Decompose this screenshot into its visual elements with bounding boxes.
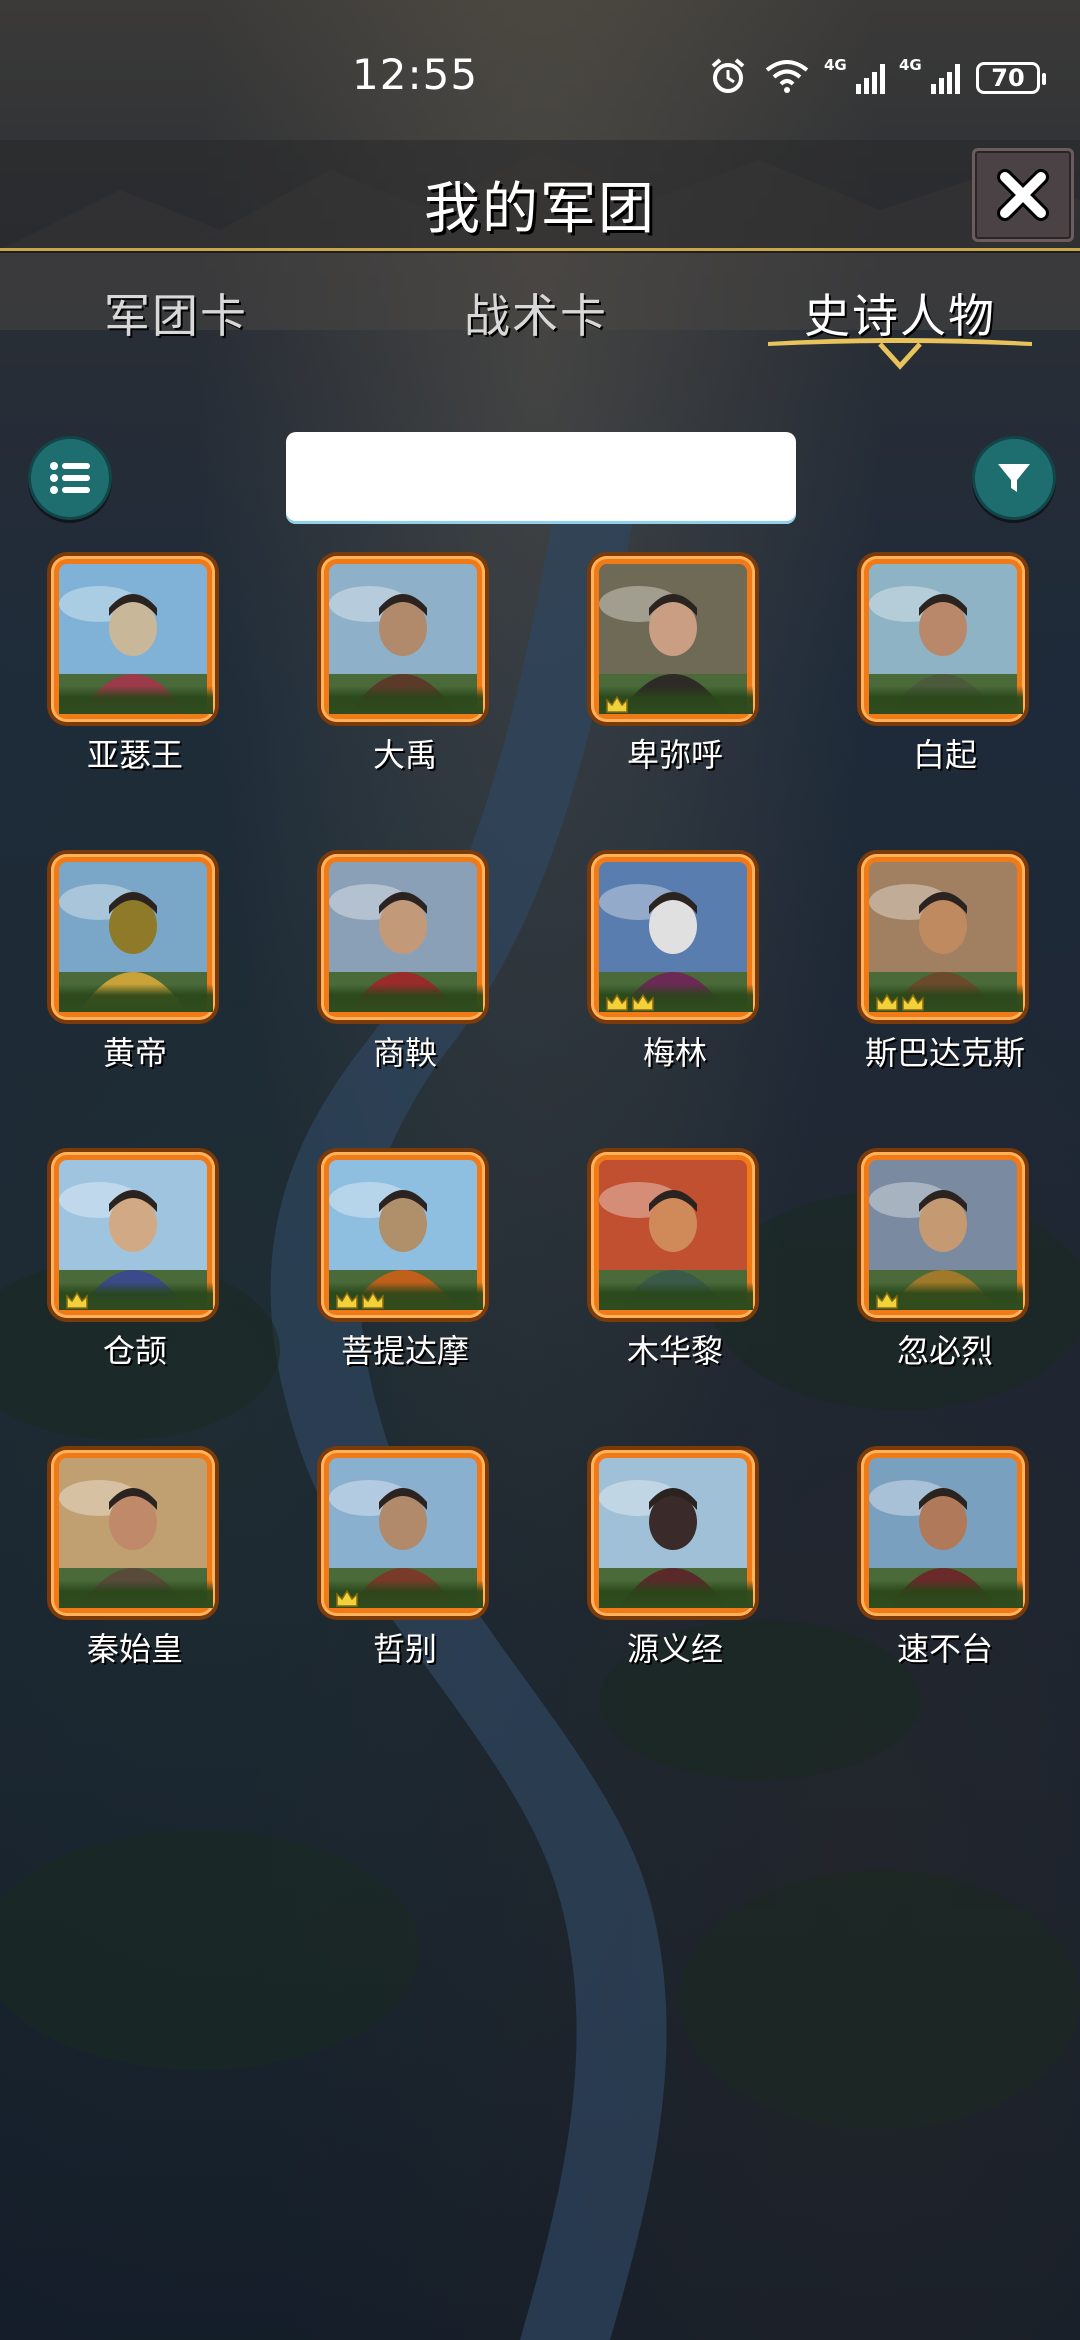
hero-card[interactable]: 秦始皇 xyxy=(0,1450,270,1690)
hero-portrait-frame xyxy=(591,854,755,1020)
hero-name: 仓颉 xyxy=(102,1332,167,1370)
hero-card[interactable]: 斯巴达克斯 xyxy=(810,854,1080,1094)
hero-card[interactable]: 白起 xyxy=(810,556,1080,796)
crown-icon xyxy=(606,695,628,713)
header-bar: 我的军团 xyxy=(0,140,1080,251)
hero-name: 哲别 xyxy=(372,1630,437,1668)
rank-bar xyxy=(59,1282,213,1310)
tab-bar: 军团卡 战术卡 史诗人物 xyxy=(0,272,1080,370)
crown-icon xyxy=(876,993,898,1011)
hero-portrait-frame xyxy=(591,1152,755,1318)
signal-icon: 4G xyxy=(899,56,960,94)
wifi-icon xyxy=(764,58,810,98)
hero-name: 速不台 xyxy=(896,1630,993,1668)
hero-portrait-frame xyxy=(861,854,1025,1020)
hero-portrait-frame xyxy=(321,1450,485,1616)
rank-bar xyxy=(59,984,213,1012)
crown-icon xyxy=(336,1291,358,1309)
hero-name: 梅林 xyxy=(642,1034,707,1072)
hero-name: 木华黎 xyxy=(626,1332,723,1370)
crown-icon xyxy=(632,993,654,1011)
hero-card[interactable]: 速不台 xyxy=(810,1450,1080,1690)
rank-bar xyxy=(599,1580,753,1608)
hero-card[interactable]: 源义经 xyxy=(540,1450,810,1690)
hero-name: 秦始皇 xyxy=(86,1630,183,1668)
hero-portrait-frame xyxy=(51,854,215,1020)
hero-portrait-frame xyxy=(321,854,485,1020)
hero-name: 大禹 xyxy=(372,736,437,774)
rank-bar xyxy=(869,1580,1023,1608)
alarm-icon xyxy=(708,56,748,100)
hero-card[interactable]: 菩提达摩 xyxy=(270,1152,540,1392)
tab-tactic-cards[interactable]: 战术卡 xyxy=(464,280,608,346)
rank-bar xyxy=(869,686,1023,714)
hero-portrait-frame xyxy=(861,556,1025,722)
list-icon xyxy=(50,462,90,494)
filter-button[interactable] xyxy=(972,436,1056,520)
rank-bar xyxy=(599,686,753,714)
hero-card[interactable]: 大禹 xyxy=(270,556,540,796)
rank-bar xyxy=(329,686,483,714)
page-title: 我的军团 xyxy=(424,177,656,242)
hero-portrait-frame xyxy=(591,1450,755,1616)
hero-card[interactable]: 卑弥呼 xyxy=(540,556,810,796)
hero-portrait-frame xyxy=(51,1152,215,1318)
hero-name: 白起 xyxy=(912,736,977,774)
hero-name: 斯巴达克斯 xyxy=(864,1034,1025,1072)
hero-portrait-frame xyxy=(51,1450,215,1616)
rank-bar xyxy=(599,1282,753,1310)
rank-bar xyxy=(59,686,213,714)
list-view-button[interactable] xyxy=(28,436,112,520)
clock: 12:55 xyxy=(352,50,479,99)
rank-bar xyxy=(599,984,753,1012)
rank-bar xyxy=(869,1282,1023,1310)
hero-portrait-frame xyxy=(51,556,215,722)
rank-bar xyxy=(869,984,1023,1012)
crown-icon xyxy=(606,993,628,1011)
search-input[interactable] xyxy=(286,432,796,524)
crown-icon xyxy=(336,1589,358,1607)
battery-icon: 70 xyxy=(976,62,1046,94)
rank-bar xyxy=(59,1580,213,1608)
hero-portrait-frame xyxy=(861,1450,1025,1616)
crown-icon xyxy=(362,1291,384,1309)
rank-bar xyxy=(329,984,483,1012)
close-button[interactable] xyxy=(972,148,1074,242)
hero-card[interactable]: 商鞅 xyxy=(270,854,540,1094)
status-bar: 12:55 4G 4G 70 xyxy=(0,0,1080,140)
close-icon xyxy=(997,169,1049,221)
hero-name: 亚瑟王 xyxy=(86,736,183,774)
active-tab-indicator xyxy=(768,338,1032,370)
rank-bar xyxy=(329,1580,483,1608)
tab-legion-cards[interactable]: 军团卡 xyxy=(104,280,248,346)
hero-card[interactable]: 梅林 xyxy=(540,854,810,1094)
hero-name: 商鞅 xyxy=(372,1034,437,1072)
crown-icon xyxy=(66,1291,88,1309)
hero-portrait-frame xyxy=(861,1152,1025,1318)
rank-bar xyxy=(329,1282,483,1310)
hero-card[interactable]: 忽必烈 xyxy=(810,1152,1080,1392)
hero-card[interactable]: 仓颉 xyxy=(0,1152,270,1392)
hero-name: 忽必烈 xyxy=(896,1332,993,1370)
signal-icon: 4G xyxy=(824,56,885,94)
hero-portrait-frame xyxy=(321,556,485,722)
hero-name: 菩提达摩 xyxy=(340,1332,469,1370)
hero-card[interactable]: 木华黎 xyxy=(540,1152,810,1392)
crown-icon xyxy=(876,1291,898,1309)
hero-portrait-frame xyxy=(591,556,755,722)
hero-name: 黄帝 xyxy=(102,1034,167,1072)
hero-card[interactable]: 亚瑟王 xyxy=(0,556,270,796)
crown-icon xyxy=(902,993,924,1011)
filter-icon xyxy=(998,464,1030,492)
hero-portrait-frame xyxy=(321,1152,485,1318)
hero-card[interactable]: 哲别 xyxy=(270,1450,540,1690)
hero-name: 源义经 xyxy=(626,1630,723,1668)
hero-name: 卑弥呼 xyxy=(626,736,723,774)
hero-card[interactable]: 黄帝 xyxy=(0,854,270,1094)
status-icons: 4G 4G 70 xyxy=(708,56,1046,100)
